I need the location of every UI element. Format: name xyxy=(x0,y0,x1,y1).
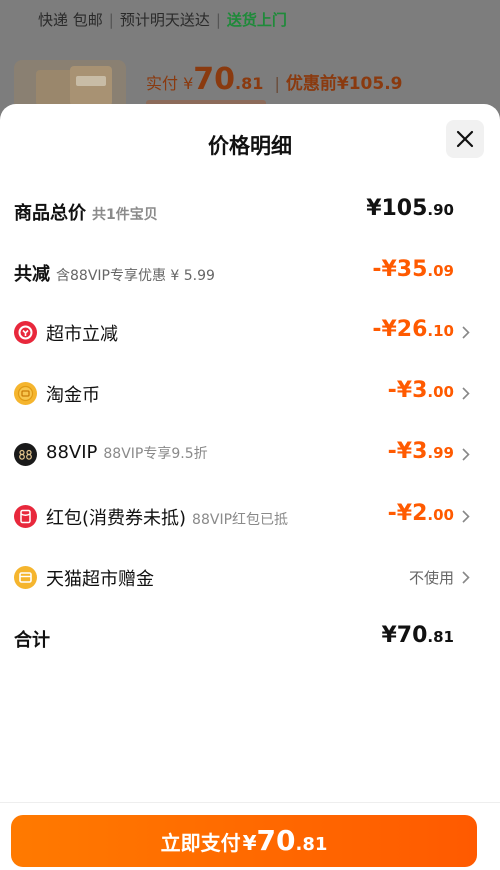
product-box-image xyxy=(70,66,112,106)
chevron-right-icon xyxy=(462,326,470,339)
pay-button-integer: 70 xyxy=(256,824,296,857)
footer-bar: 立即支付 ¥70.81 xyxy=(0,802,500,870)
before-discount-label: 优惠前 xyxy=(285,74,337,94)
amount-integer: ¥70 xyxy=(381,623,428,648)
shipping-info: 快递 包邮 | 预计明天送达 | 送货上门 xyxy=(38,9,287,30)
amount-decimal: .10 xyxy=(427,322,454,340)
row-total: 合计 ¥70.81 xyxy=(0,618,500,658)
sheet-title: 价格明细 xyxy=(208,134,292,158)
row-88vip[interactable]: 88VIP 88VIP专享9.5折 -¥3.99 xyxy=(0,434,500,474)
vip-amount: -¥3.99 xyxy=(388,439,454,464)
red-packet-label: 红包(消费券未抵) xyxy=(46,508,187,529)
taojinbi-label: 淘金币 xyxy=(46,385,100,406)
amount-integer: -¥26 xyxy=(372,317,428,342)
row-label: 商品总价 共1件宝贝 xyxy=(14,199,158,225)
amount-decimal: .90 xyxy=(427,201,454,219)
total-amount: ¥70.81 xyxy=(381,623,454,648)
paid-decimal: .81 xyxy=(235,74,264,93)
subtotal-note: 共1件宝贝 xyxy=(92,207,158,223)
before-discount-value: ¥105.9 xyxy=(336,74,403,94)
gift-card-icon xyxy=(14,566,37,589)
gift-card-label: 天猫超市赠金 xyxy=(46,569,154,590)
pay-button-currency: ¥ xyxy=(242,831,257,855)
chevron-right-icon xyxy=(462,448,470,461)
pay-button-label: 立即支付 xyxy=(160,831,241,855)
88vip-icon xyxy=(14,443,37,466)
separator: | xyxy=(215,11,221,29)
row-label: 红包(消费券未抵) 88VIP红包已抵 xyxy=(46,504,288,530)
amount-integer: ¥105 xyxy=(366,196,428,221)
red-packet-amount: -¥2.00 xyxy=(388,501,454,526)
pay-now-button[interactable]: 立即支付 ¥70.81 xyxy=(11,815,477,867)
chevron-right-icon xyxy=(462,510,470,523)
total-reduced-amount: -¥35.09 xyxy=(372,257,454,282)
coin-icon xyxy=(14,382,37,405)
amount-decimal: .09 xyxy=(427,262,454,280)
row-label: 共减 含88VIP专享优惠 ¥ 5.99 xyxy=(14,260,215,286)
amount-integer: -¥35 xyxy=(372,257,428,282)
supermarket-label: 超市立减 xyxy=(46,324,118,345)
chevron-right-icon xyxy=(462,571,470,584)
supermarket-discount-icon xyxy=(14,321,37,344)
shipping-delivery: 送货上门 xyxy=(226,11,287,29)
close-icon xyxy=(456,130,474,148)
paid-integer: 70 xyxy=(193,62,236,97)
row-taojinbi[interactable]: 淘金币 -¥3.00 xyxy=(0,373,500,413)
subtotal-label: 商品总价 xyxy=(14,203,86,224)
chevron-right-icon xyxy=(462,387,470,400)
background-page: 快递 包邮 | 预计明天送达 | 送货上门 实付 ¥70.81 | 优惠前¥105.9 xyxy=(0,0,500,120)
row-total-reduced: 共减 含88VIP专享优惠 ¥ 5.99 -¥35.09 xyxy=(0,252,500,292)
gift-card-value: 不使用 xyxy=(408,569,454,587)
separator: | xyxy=(108,11,114,29)
total-label: 合计 xyxy=(14,630,50,651)
amount-decimal: .99 xyxy=(427,444,454,462)
amount-integer: -¥3 xyxy=(387,378,428,403)
paid-label: 实付 xyxy=(146,74,179,93)
paid-currency: ¥ xyxy=(183,74,194,93)
amount-decimal: .00 xyxy=(427,506,454,524)
row-supermarket-discount[interactable]: 超市立减 -¥26.10 xyxy=(0,312,500,352)
red-packet-icon xyxy=(14,505,37,528)
shipping-eta: 预计明天送达 xyxy=(119,11,210,29)
row-subtotal: 商品总价 共1件宝贝 ¥105.90 xyxy=(0,191,500,231)
total-reduced-note: 含88VIP专享优惠 ¥ 5.99 xyxy=(56,268,215,284)
supermarket-amount: -¥26.10 xyxy=(372,317,454,342)
row-red-packet[interactable]: 红包(消费券未抵) 88VIP红包已抵 -¥2.00 xyxy=(0,496,500,536)
shipping-express: 快递 包邮 xyxy=(38,11,103,29)
row-gift-card[interactable]: 天猫超市赠金 不使用 xyxy=(0,557,500,597)
amount-decimal: .81 xyxy=(427,628,454,646)
subtotal-amount: ¥105.90 xyxy=(366,196,454,221)
vip-label: 88VIP xyxy=(46,442,98,463)
vip-note: 88VIP专享9.5折 xyxy=(103,446,208,462)
close-button[interactable] xyxy=(446,120,484,158)
total-reduced-label: 共减 xyxy=(14,264,50,285)
amount-decimal: .00 xyxy=(427,383,454,401)
red-packet-note: 88VIP红包已抵 xyxy=(192,512,289,528)
background-price: 实付 ¥70.81 | 优惠前¥105.9 xyxy=(146,62,402,97)
product-label xyxy=(76,76,106,86)
pay-button-decimal: .81 xyxy=(295,834,328,855)
amount-integer: -¥2 xyxy=(387,501,428,526)
taojinbi-amount: -¥3.00 xyxy=(388,378,454,403)
price-detail-sheet: 价格明细 商品总价 共1件宝贝 ¥105.90 共减 含88VIP专享优惠 ¥ 5.… xyxy=(0,104,500,870)
amount-integer: -¥3 xyxy=(387,439,428,464)
row-label: 88VIP 88VIP专享9.5折 xyxy=(46,442,208,463)
separator: | xyxy=(274,74,280,93)
